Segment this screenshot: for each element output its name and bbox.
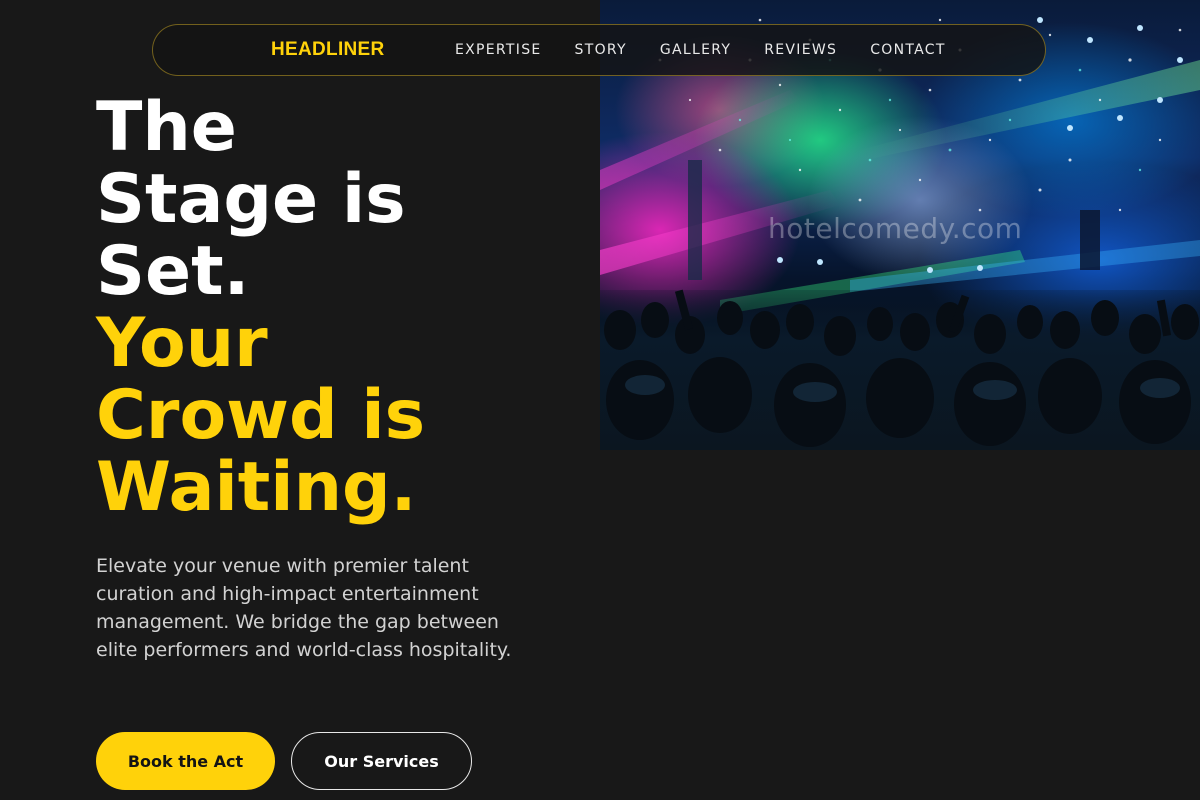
image-watermark: hotelcomedy.com xyxy=(768,212,1023,245)
headline-line-accent: Crowd is xyxy=(96,376,426,455)
book-act-button[interactable]: Book the Act xyxy=(96,732,275,790)
nav-links: EXPERTISE STORY GALLERY REVIEWS CONTACT xyxy=(455,42,979,58)
nav-link-gallery[interactable]: GALLERY xyxy=(660,42,731,58)
headline-line: Stage is xyxy=(96,160,406,239)
main-navbar: HEADLINER EXPERTISE STORY GALLERY REVIEW… xyxy=(152,24,1046,76)
hero-description: Elevate your venue with premier talent c… xyxy=(96,555,512,661)
nav-link-story[interactable]: STORY xyxy=(575,42,627,58)
headline-line: Set. xyxy=(96,232,250,311)
our-services-button[interactable]: Our Services xyxy=(291,732,472,790)
brand-logo[interactable]: HEADLINER xyxy=(271,39,385,61)
nav-link-expertise[interactable]: EXPERTISE xyxy=(455,42,542,58)
nav-link-contact[interactable]: CONTACT xyxy=(870,42,946,58)
headline-line-accent: Your xyxy=(96,304,268,383)
hero-headline: The Stage is Set. Your Crowd is Waiting. xyxy=(96,92,576,524)
nav-link-reviews[interactable]: REVIEWS xyxy=(764,42,837,58)
headline-line-accent: Waiting. xyxy=(96,448,417,527)
headline-line: The xyxy=(96,88,237,167)
